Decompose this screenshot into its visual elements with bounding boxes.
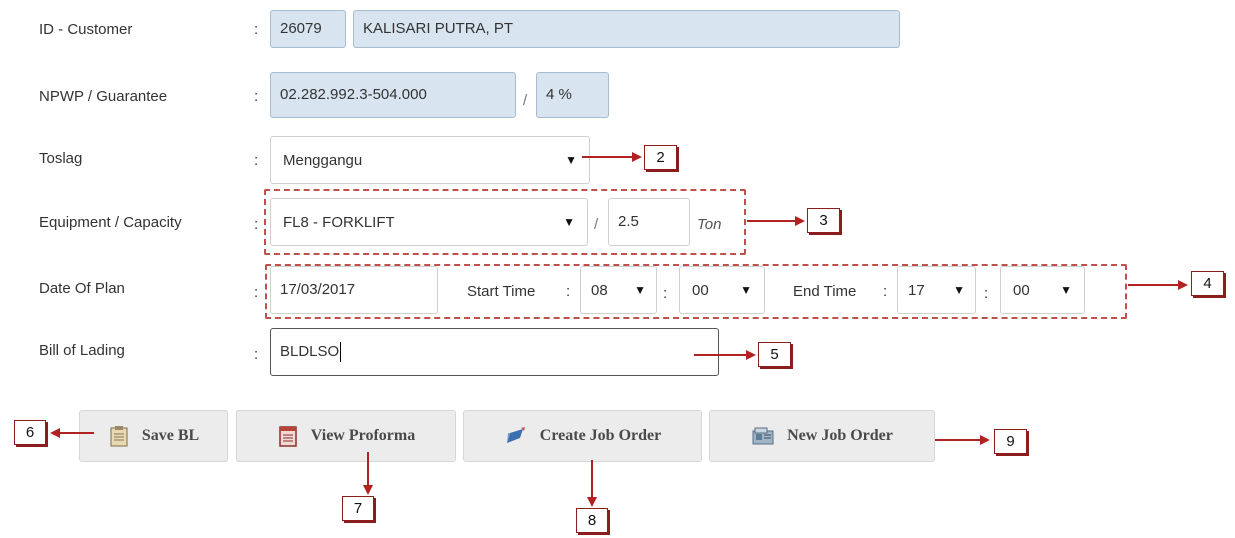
callout-4: 4 [1191,271,1224,296]
callout-5: 5 [758,342,791,367]
callout-8: 8 [576,508,608,533]
callout-6: 6 [14,420,46,445]
annotation-arrows [50,152,1188,507]
callout-2: 2 [644,145,677,170]
callout-7: 7 [342,496,374,521]
callout-3: 3 [807,208,840,233]
callout-9: 9 [994,429,1027,454]
